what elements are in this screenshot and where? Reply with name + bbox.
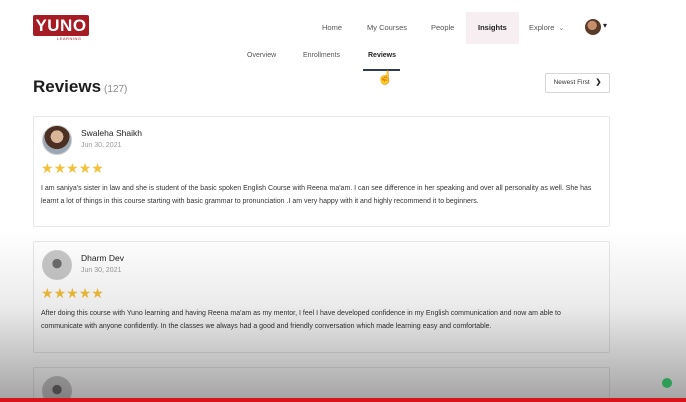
review-card: Dharm Dev Jun 30, 2021 ★★★★★ After doing… — [33, 241, 610, 353]
reviewer-avatar — [42, 125, 72, 155]
reviewer-avatar — [42, 250, 72, 280]
review-text: I am saniya's sister in law and she is s… — [41, 185, 592, 205]
star-icon: ★ — [53, 285, 67, 301]
insights-subtabs: Overview Enrollments Reviews — [0, 52, 686, 72]
chevron-down-icon: ❯ — [595, 79, 602, 86]
star-rating: ★★★★★ — [41, 285, 104, 302]
star-icon: ★ — [66, 285, 79, 301]
nav-item-explore-label: Explore — [529, 23, 555, 32]
tab-enrollments[interactable]: Enrollments — [303, 52, 340, 59]
nav-item-explore[interactable]: Explore ⌄ — [529, 12, 564, 45]
caret-down-icon[interactable]: ▾ — [603, 21, 607, 30]
review-count: (127) — [104, 84, 128, 95]
brand-tagline: LEARNING — [57, 36, 82, 41]
star-icon: ★ — [41, 285, 54, 301]
top-navbar: YUNO LEARNING Home My Courses People Ins… — [0, 0, 686, 46]
review-text: After doing this course with Yuno learni… — [41, 310, 561, 330]
user-avatar[interactable] — [585, 19, 601, 35]
page-title-text: Reviews — [33, 77, 102, 96]
star-icon: ★ — [78, 160, 92, 176]
star-icon: ★ — [41, 160, 54, 176]
nav-item-my-courses[interactable]: My Courses — [367, 12, 407, 44]
star-icon: ★ — [78, 285, 92, 301]
star-icon: ★ — [91, 160, 104, 176]
nav-item-home[interactable]: Home — [322, 12, 342, 44]
review-card — [33, 367, 610, 402]
review-date: Jun 30, 2021 — [81, 267, 122, 274]
star-icon: ★ — [91, 285, 104, 301]
star-rating: ★★★★★ — [41, 160, 104, 177]
progress-bar — [0, 398, 686, 402]
review-date: Jun 30, 2021 — [81, 142, 122, 149]
sort-dropdown[interactable]: Newest First ❯ — [545, 73, 610, 93]
page-title: Reviews (127) — [33, 77, 127, 97]
tab-reviews[interactable]: Reviews — [368, 52, 396, 59]
chevron-down-icon: ⌄ — [558, 25, 565, 32]
tab-overview[interactable]: Overview — [247, 52, 276, 59]
star-icon: ★ — [66, 160, 79, 176]
reviewer-name: Dharm Dev — [81, 253, 124, 263]
sort-label: Newest First — [553, 79, 590, 86]
hand-pointer-icon: ☝ — [377, 70, 394, 85]
reviewer-name: Swaleha Shaikh — [81, 128, 142, 138]
status-dot-icon — [662, 378, 672, 388]
review-card: Swaleha Shaikh Jun 30, 2021 ★★★★★ I am s… — [33, 116, 610, 227]
nav-item-people[interactable]: People — [431, 12, 454, 44]
brand-logo[interactable]: YUNO LEARNING — [33, 15, 89, 41]
brand-logo-text: YUNO — [33, 15, 89, 36]
star-icon: ★ — [53, 160, 67, 176]
nav-item-insights[interactable]: Insights — [466, 12, 519, 44]
